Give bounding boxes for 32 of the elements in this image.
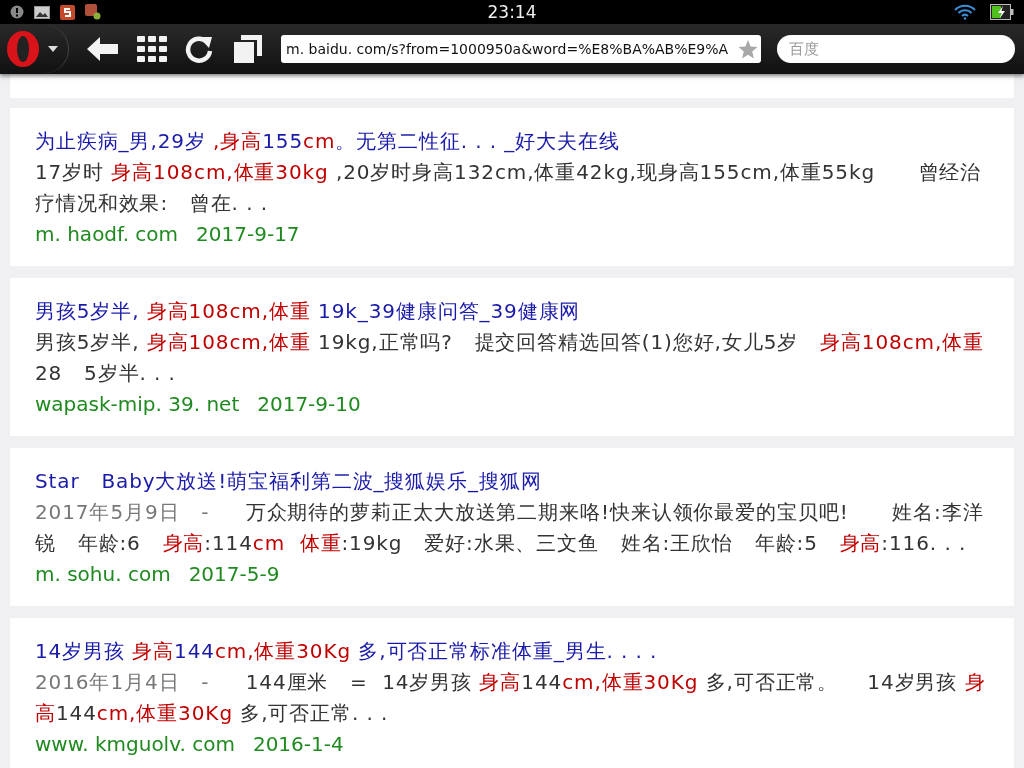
result-title[interactable]: 14岁男孩 身高144cm,体重30Kg 多,可否正常标准体重_男生. . . .	[35, 636, 989, 667]
app-icon	[60, 4, 75, 20]
back-button[interactable]	[87, 36, 119, 62]
address-field[interactable]: m. baidu. com/s?from=1000950a&word=%E8%BA%AB%E9%A	[281, 35, 761, 63]
result-title[interactable]: 为止疾病_男,29岁 ,身高155cm。无第二性征. . . _好大夫在线	[35, 126, 989, 157]
caret-icon	[48, 46, 58, 52]
image-icon	[34, 5, 50, 19]
result-source: www. kmguolv. com	[35, 731, 235, 758]
result-source: m. haodf. com	[35, 221, 179, 248]
result-date: 2017-9-17	[196, 221, 300, 248]
reload-button[interactable]	[185, 34, 215, 64]
battery-charging-icon	[990, 4, 1014, 20]
result-date: 2017-5-9	[188, 561, 280, 588]
star-icon[interactable]	[738, 39, 758, 59]
result-source: wapask-mip. 39. net	[35, 391, 240, 418]
tabs-button[interactable]	[233, 34, 263, 64]
result-snippet: 男孩5岁半, 身高108cm,体重 19kg,正常吗? 提交回答精选回答(1)您好,女儿5岁 身高108cm,体重 28 5岁半. . .	[35, 329, 985, 387]
search-field[interactable]: 百度	[777, 35, 1015, 63]
result-title[interactable]: Star Baby大放送!萌宝福利第二波_搜狐娱乐_搜狐网	[35, 466, 989, 497]
result-date: 2016-1-4	[252, 731, 344, 758]
app-update-icon	[85, 4, 101, 20]
result-snippet: 17岁时 身高108cm,体重30kg ,20岁时身高132cm,体重42kg,现身高155cm,体重55kg 曾经治疗情况和效果: 曾在. . .	[35, 159, 983, 217]
grid-button[interactable]	[137, 36, 167, 62]
result-title[interactable]: 男孩5岁半, 身高108cm,体重 19k_39健康问答_39健康网	[35, 296, 989, 327]
result-snippet: 2017年5月9日 - 万众期待的萝莉正太大放送第二期来咯!快来认领你最爱的宝贝吧! 姓名:李洋锐 年龄:6 身高:114cm 体重:19kg 爱好:水果、三文鱼 姓名:王欣怡 年龄:5 身高:116. . .	[35, 499, 985, 557]
alert-icon	[10, 5, 24, 19]
result-snippet: 2016年1月4日 - 144厘米 = 14岁男孩 身高144cm,体重30Kg 多,可否正常。 14岁男孩 身高144cm,体重30Kg 多,可否正常. . .	[35, 669, 987, 727]
wifi-icon	[954, 4, 976, 20]
o-logo-icon	[4, 30, 42, 68]
clock: 23:14	[487, 2, 537, 22]
result-source: m. sohu. com	[35, 561, 171, 588]
result-date: 2017-9-10	[257, 391, 361, 418]
